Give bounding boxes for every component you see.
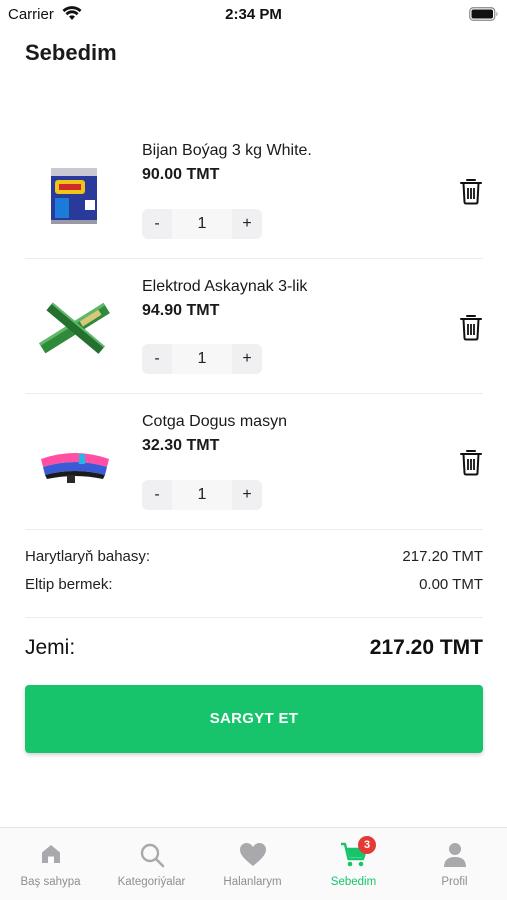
quantity-stepper: - 1 + (142, 209, 262, 239)
user-icon (443, 843, 466, 867)
quantity-stepper: - 1 + (142, 480, 262, 510)
item-name: Cotga Dogus masyn (142, 413, 287, 430)
trash-icon[interactable] (459, 448, 483, 476)
total-label: Jemi: (25, 636, 76, 659)
subtotal-label: Harytlaryň bahasy: (25, 548, 151, 565)
quantity-stepper: - 1 + (142, 344, 262, 374)
tab-bar: Baş sahypa Kategoriýalar Halanlarym 3 Se… (0, 827, 507, 900)
delivery-row: Eltip bermek: 0.00 TMT (25, 576, 483, 598)
tab-profile[interactable]: Profil (404, 828, 505, 900)
tab-label: Halanlarym (223, 876, 282, 888)
tab-label: Kategoriýalar (117, 876, 186, 888)
product-image (41, 453, 109, 483)
delivery-label: Eltip bermek: (25, 576, 113, 593)
increase-button[interactable]: + (232, 480, 262, 510)
tab-favorites[interactable]: Halanlarym (202, 828, 303, 900)
item-name: Elektrod Askaynak 3-lik (142, 278, 308, 295)
trash-icon[interactable] (459, 313, 483, 341)
trash-icon[interactable] (459, 177, 483, 205)
decrease-button[interactable]: - (142, 480, 172, 510)
tab-label: Baş sahypa (20, 876, 81, 888)
divider (25, 529, 483, 530)
home-icon (41, 845, 60, 863)
cart-item: Cotga Dogus masyn 32.30 TMT - 1 + (25, 393, 483, 529)
status-bar: Carrier 2:34 PM (0, 0, 507, 30)
cart-item: Elektrod Askaynak 3-lik 94.90 TMT - 1 + (25, 258, 483, 394)
decrease-button[interactable]: - (142, 209, 172, 239)
page-title: Sebedim (25, 40, 117, 65)
tab-label: Sebedim (330, 876, 377, 888)
tab-home[interactable]: Baş sahypa (0, 828, 101, 900)
item-name: Bijan Boýag 3 kg White. (142, 142, 312, 159)
cart-item: Bijan Boýag 3 kg White. 90.00 TMT - 1 + (25, 122, 483, 258)
product-image (39, 302, 110, 354)
tab-categories[interactable]: Kategoriýalar (101, 828, 202, 900)
product-image (51, 168, 97, 224)
quantity-value: 1 (172, 480, 232, 510)
checkout-button[interactable]: SARGYT ET (25, 685, 483, 753)
decrease-button[interactable]: - (142, 344, 172, 374)
total-value: 217.20 TMT (369, 636, 483, 659)
tab-label: Profil (441, 876, 468, 888)
total-row: Jemi: 217.20 TMT (25, 636, 483, 666)
quantity-value: 1 (172, 344, 232, 374)
status-time: 2:34 PM (225, 6, 282, 23)
divider (25, 617, 483, 618)
increase-button[interactable]: + (232, 344, 262, 374)
subtotal-value: 217.20 TMT (402, 548, 483, 565)
cart-count-badge: 3 (358, 836, 376, 854)
increase-button[interactable]: + (232, 209, 262, 239)
item-price: 94.90 TMT (142, 302, 220, 319)
tab-cart[interactable]: 3 Sebedim (303, 828, 404, 900)
item-price: 32.30 TMT (142, 437, 220, 454)
heart-icon (239, 843, 266, 866)
item-price: 90.00 TMT (142, 166, 220, 183)
subtotal-row: Harytlaryň bahasy: 217.20 TMT (25, 548, 483, 570)
search-icon (140, 843, 164, 868)
battery-icon (469, 7, 498, 21)
quantity-value: 1 (172, 209, 232, 239)
delivery-value: 0.00 TMT (419, 576, 483, 593)
